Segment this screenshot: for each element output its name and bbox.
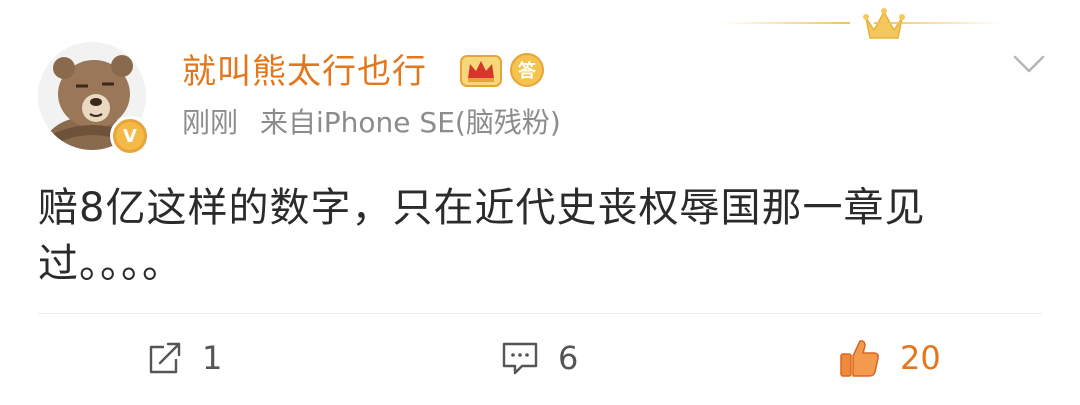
like-count: 20 [900,339,941,377]
crown-line-right [874,22,1002,24]
post-text-line: 赔8亿这样的数字，只在近代史丧权辱国那一章见 [38,185,926,231]
crown-vip-icon[interactable] [458,52,504,88]
comment-icon [502,342,538,375]
post-source: 来自iPhone SE(脑残粉) [260,106,561,139]
vip-badges: 答 [458,52,544,88]
comment-button[interactable]: 6 [500,336,578,380]
thumbs-up-icon [840,340,879,377]
post-text: 赔8亿这样的数字，只在近代史丧权辱国那一章见 过。。。。 [38,180,998,292]
repost-count: 1 [202,339,223,377]
post-meta: 刚刚 来自iPhone SE(脑残粉) [182,104,561,142]
like-button[interactable]: 20 [838,336,941,380]
crown-line-left [722,22,850,24]
username-link[interactable]: 就叫熊太行也行 [182,50,427,94]
post-time: 刚刚 [182,106,239,139]
fan-badge-icon[interactable]: 答 [510,53,544,87]
repost-button[interactable]: 1 [146,336,222,380]
verified-badge-icon: V [110,116,150,156]
verified-badge-mark: V [116,122,144,150]
crown-icon [863,8,905,39]
post-text-line: 过。。。。 [38,241,183,287]
comment-count: 6 [558,339,579,377]
divider [38,313,1042,314]
crown-decoration [722,6,1002,42]
repost-icon [149,342,181,374]
weibo-post-card: V 就叫熊太行也行 答 刚刚 来自iPhone SE(脑残粉) 赔8亿这样的数字，… [0,0,1080,405]
chevron-down-icon[interactable] [1012,52,1046,76]
